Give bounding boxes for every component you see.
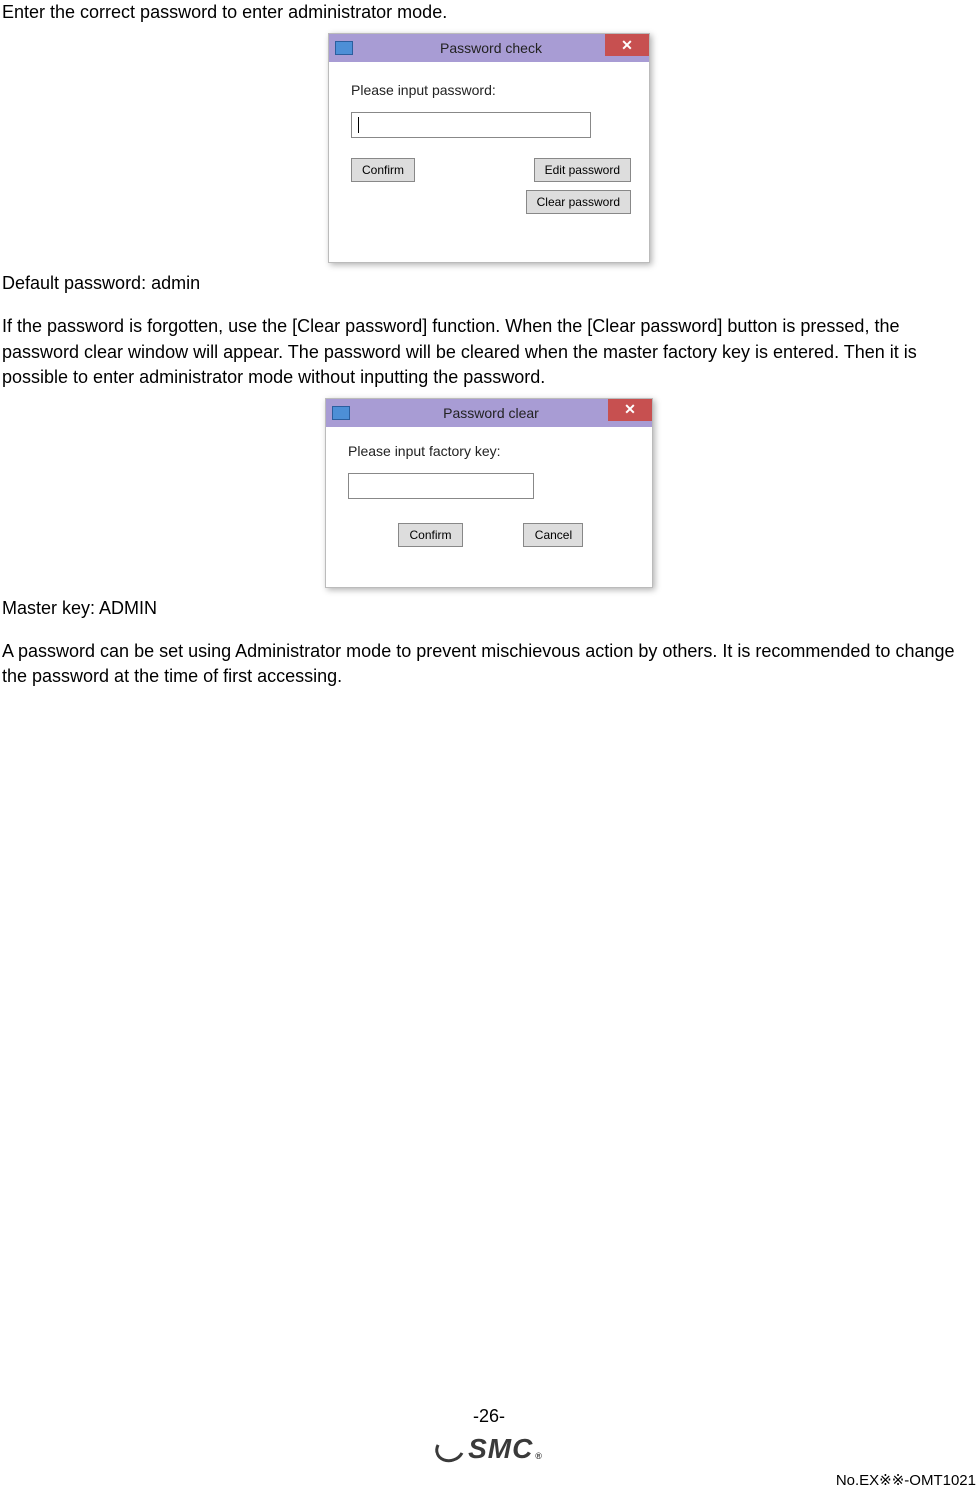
default-password-text: Default password: admin [2,271,976,296]
password-check-figure: Password check ✕ Please input password: … [2,33,976,263]
password-check-dialog: Password check ✕ Please input password: … [328,33,650,263]
close-button[interactable]: ✕ [605,34,649,56]
close-icon: ✕ [621,37,633,54]
registered-mark: ® [535,1451,543,1461]
cancel-button[interactable]: Cancel [523,523,583,547]
button-row-1: Confirm Edit password [351,158,631,182]
dialog-title: Password clear [358,405,624,421]
button-row: Confirm Cancel [348,523,634,547]
dialog-body: Please input password: Confirm Edit pass… [329,62,649,262]
button-row-2: Clear password [351,190,631,214]
logo-swoosh-icon [432,1432,469,1467]
page-number: -26- [0,1406,978,1427]
password-input[interactable] [351,112,591,138]
clear-password-button[interactable]: Clear password [526,190,631,214]
titlebar: Password clear ✕ [326,399,652,427]
confirm-button[interactable]: Confirm [351,158,415,182]
password-clear-figure: Password clear ✕ Please input factory ke… [2,398,976,588]
factory-key-prompt: Please input factory key: [348,443,634,459]
app-icon [335,41,353,55]
text-caret [358,117,359,133]
document-number: No.EX※※-OMT1021 [836,1471,976,1489]
factory-key-input[interactable] [348,473,534,499]
password-clear-dialog: Password clear ✕ Please input factory ke… [325,398,653,588]
dialog-body: Please input factory key: Confirm Cancel [326,427,652,587]
confirm-button[interactable]: Confirm [398,523,462,547]
logo-text: SMC [468,1433,533,1465]
app-icon [332,406,350,420]
dialog-title: Password check [361,40,621,56]
recommendation-text: A password can be set using Administrato… [2,639,976,689]
smc-logo: SMC ® [435,1433,543,1465]
page-footer: -26- SMC ® [0,1406,978,1467]
close-button[interactable]: ✕ [608,399,652,421]
password-prompt: Please input password: [351,82,631,98]
master-key-text: Master key: ADMIN [2,596,976,621]
forgot-password-text: If the password is forgotten, use the [C… [2,314,976,390]
titlebar: Password check ✕ [329,34,649,62]
edit-password-button[interactable]: Edit password [534,158,631,182]
intro-text: Enter the correct password to enter admi… [2,0,976,25]
close-icon: ✕ [624,401,636,418]
